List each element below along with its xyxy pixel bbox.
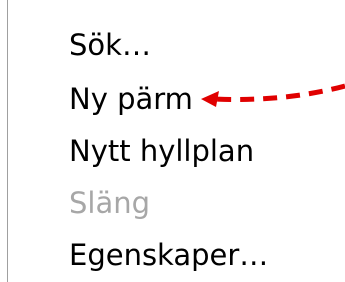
menu-item-new-folder[interactable]: Ny pärm [8, 74, 345, 124]
menu-item-label: Egenskaper… [69, 238, 269, 272]
menu-item-search[interactable]: Sök… [8, 20, 345, 70]
menu-item-label: Ny pärm [69, 82, 193, 116]
menu-item-delete: Släng [8, 178, 345, 228]
menu-item-label: Sök… [69, 28, 151, 62]
menu-item-new-shelf[interactable]: Nytt hyllplan [8, 126, 345, 176]
menu-item-label: Släng [69, 186, 151, 220]
context-menu: Sök… Ny pärm Nytt hyllplan Släng Egenska… [8, 0, 345, 282]
screenshot-stage: Sök… Ny pärm Nytt hyllplan Släng Egenska… [0, 0, 345, 282]
menu-item-properties[interactable]: Egenskaper… [8, 230, 345, 280]
menu-item-label: Nytt hyllplan [69, 134, 255, 168]
